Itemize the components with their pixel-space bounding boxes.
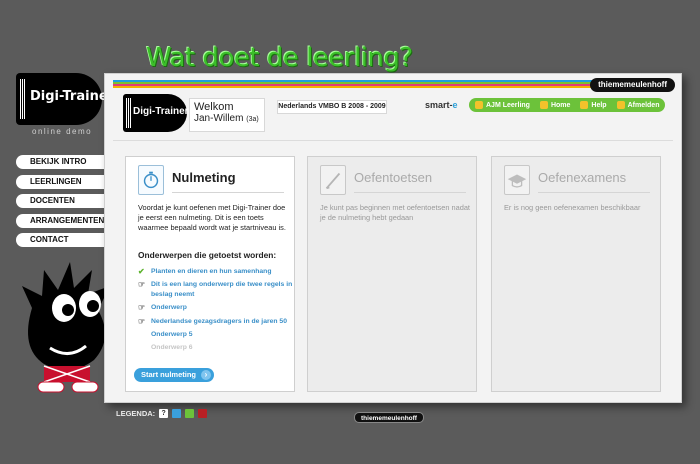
logo-stripes — [20, 79, 26, 119]
topic-item[interactable]: ☞ Nederlandse gezagsdragers in de jaren 5… — [138, 317, 293, 327]
card-nulmeting-body: Voordat je kunt oefenen met Digi-Trainer… — [138, 203, 286, 232]
pointing-hand-icon: ☞ — [138, 303, 146, 313]
topics-list: ✔ Planten en dieren en hun samenhang ☞ Dit… — [138, 267, 293, 356]
graduation-cap-icon — [504, 165, 530, 195]
home-icon — [539, 101, 548, 109]
chevron-right-icon: › — [201, 370, 211, 380]
headline: Wat doet de leerling? — [146, 43, 413, 73]
pointing-hand-icon: ☞ — [138, 316, 146, 326]
card-title-rule — [538, 192, 650, 193]
inner-logo-stripes — [126, 98, 131, 128]
thiememeulenhoff-logo: thiememeulenhoff — [590, 78, 675, 92]
course-label: Nederlands VMBO B 2008 - 2009 — [277, 100, 387, 114]
nav-arrangementen[interactable]: ARRANGEMENTEN — [16, 213, 108, 228]
help-icon[interactable]: ? — [159, 409, 169, 418]
topic-label: Nederlandse gezagsdragers in de jaren 50 — [151, 317, 287, 325]
topic-label: Onderwerp 6 — [151, 343, 193, 351]
card-nulmeting: Nulmeting Voordat je kunt oefenen met Di… — [125, 156, 295, 392]
stopwatch-icon — [138, 165, 164, 195]
smart-e-logo: smart-e — [425, 100, 458, 110]
card-oefenexamens-title: Oefenexamens — [538, 170, 627, 185]
nav-user-label: AJM Leerling — [486, 101, 530, 109]
pencil-paper-icon — [320, 165, 346, 195]
user-icon — [475, 101, 483, 109]
topic-item: Onderwerp 6 — [138, 343, 293, 353]
header-divider — [113, 140, 673, 141]
inner-logo-text: Digi-Trainer — [133, 106, 189, 117]
welcome-name: Jan-Willem — [194, 113, 244, 124]
card-oefentoetsen: Oefentoetsen Je kunt pas beginnen met oe… — [307, 156, 477, 392]
welcome-box: Welkom Jan-Willem (3a) — [189, 98, 265, 132]
nav-logout[interactable]: Afmelden — [616, 101, 660, 109]
card-nulmeting-title: Nulmeting — [172, 170, 236, 185]
legend-color-red — [198, 409, 208, 418]
nav-user-account[interactable]: AJM Leerling — [475, 101, 530, 109]
logo-subtitle: online demo — [32, 127, 93, 136]
pointing-hand-icon: ☞ — [138, 280, 146, 290]
card-title-rule — [172, 192, 284, 193]
welcome-greeting: Welkom — [194, 101, 234, 113]
nav-logout-label: Afmelden — [627, 101, 660, 109]
left-navigation: BEKIJK INTRO LEERLINGEN DOCENTEN ARRANGE… — [16, 155, 108, 253]
start-nulmeting-label: Start nulmeting — [141, 370, 197, 379]
nav-bekijk-intro[interactable]: BEKIJK INTRO — [16, 155, 108, 169]
help-icon — [580, 101, 589, 109]
topic-item[interactable]: ☞ Dit is een lang onderwerp die twee rege… — [138, 280, 293, 300]
card-oefentoetsen-body: Je kunt pas beginnen met oefentoetsen na… — [320, 203, 470, 222]
smarte-suffix: e — [452, 100, 458, 110]
topic-item[interactable]: Onderwerp 5 — [138, 330, 293, 340]
card-oefenexamens: Oefenexamens Er is nog geen oefenexamen … — [491, 156, 661, 392]
topic-item[interactable]: ✔ Planten en dieren en hun samenhang — [138, 267, 293, 277]
checkmark-icon: ✔ — [138, 267, 145, 276]
topic-label: Onderwerp — [151, 304, 187, 312]
logo-text: Digi-Trainer — [30, 89, 115, 104]
card-oefentoetsen-title: Oefentoetsen — [354, 170, 433, 185]
card-oefenexamens-body: Er is nog geen oefenexamen beschikbaar — [504, 203, 641, 212]
digi-trainer-logo[interactable]: Digi-Trainer — [16, 73, 114, 125]
nav-home[interactable]: Home — [539, 101, 571, 109]
rainbow-bar — [113, 80, 593, 88]
nav-home-label: Home — [550, 101, 571, 109]
topic-label: Dit is een lang onderwerp die twee regel… — [151, 281, 293, 299]
topic-item[interactable]: ☞ Onderwerp — [138, 303, 293, 313]
nav-contact[interactable]: CONTACT — [16, 233, 108, 248]
footer-thiememeulenhoff-logo: thiememeulenhoff — [354, 412, 424, 423]
nav-help-label: Help — [591, 101, 607, 109]
nav-help[interactable]: Help — [580, 101, 607, 109]
top-navigation: AJM Leerling Home Help Afmelden — [469, 98, 666, 112]
inner-digi-trainer-logo: Digi-Trainer — [123, 94, 189, 132]
legend-color-green — [185, 409, 195, 418]
start-nulmeting-button[interactable]: Start nulmeting › — [134, 368, 214, 382]
legend: LEGENDA: ? — [116, 409, 211, 418]
legend-label: LEGENDA: — [116, 409, 156, 418]
topics-heading: Onderwerpen die getoetst worden: — [138, 250, 277, 260]
welcome-user: Jan-Willem (3a) — [194, 113, 260, 124]
nav-leerlingen[interactable]: LEERLINGEN — [16, 174, 108, 189]
logout-icon — [616, 101, 625, 109]
welcome-class: (3a) — [246, 116, 259, 123]
main-panel: thiememeulenhoff Digi-Trainer Welkom Jan… — [104, 73, 682, 403]
card-title-rule — [354, 192, 466, 193]
nav-docenten[interactable]: DOCENTEN — [16, 194, 108, 209]
topic-label: Onderwerp 5 — [151, 330, 193, 338]
smarte-prefix: smart- — [425, 100, 453, 110]
legend-color-blue — [172, 409, 182, 418]
topic-label: Planten en dieren en hun samenhang — [151, 268, 272, 275]
